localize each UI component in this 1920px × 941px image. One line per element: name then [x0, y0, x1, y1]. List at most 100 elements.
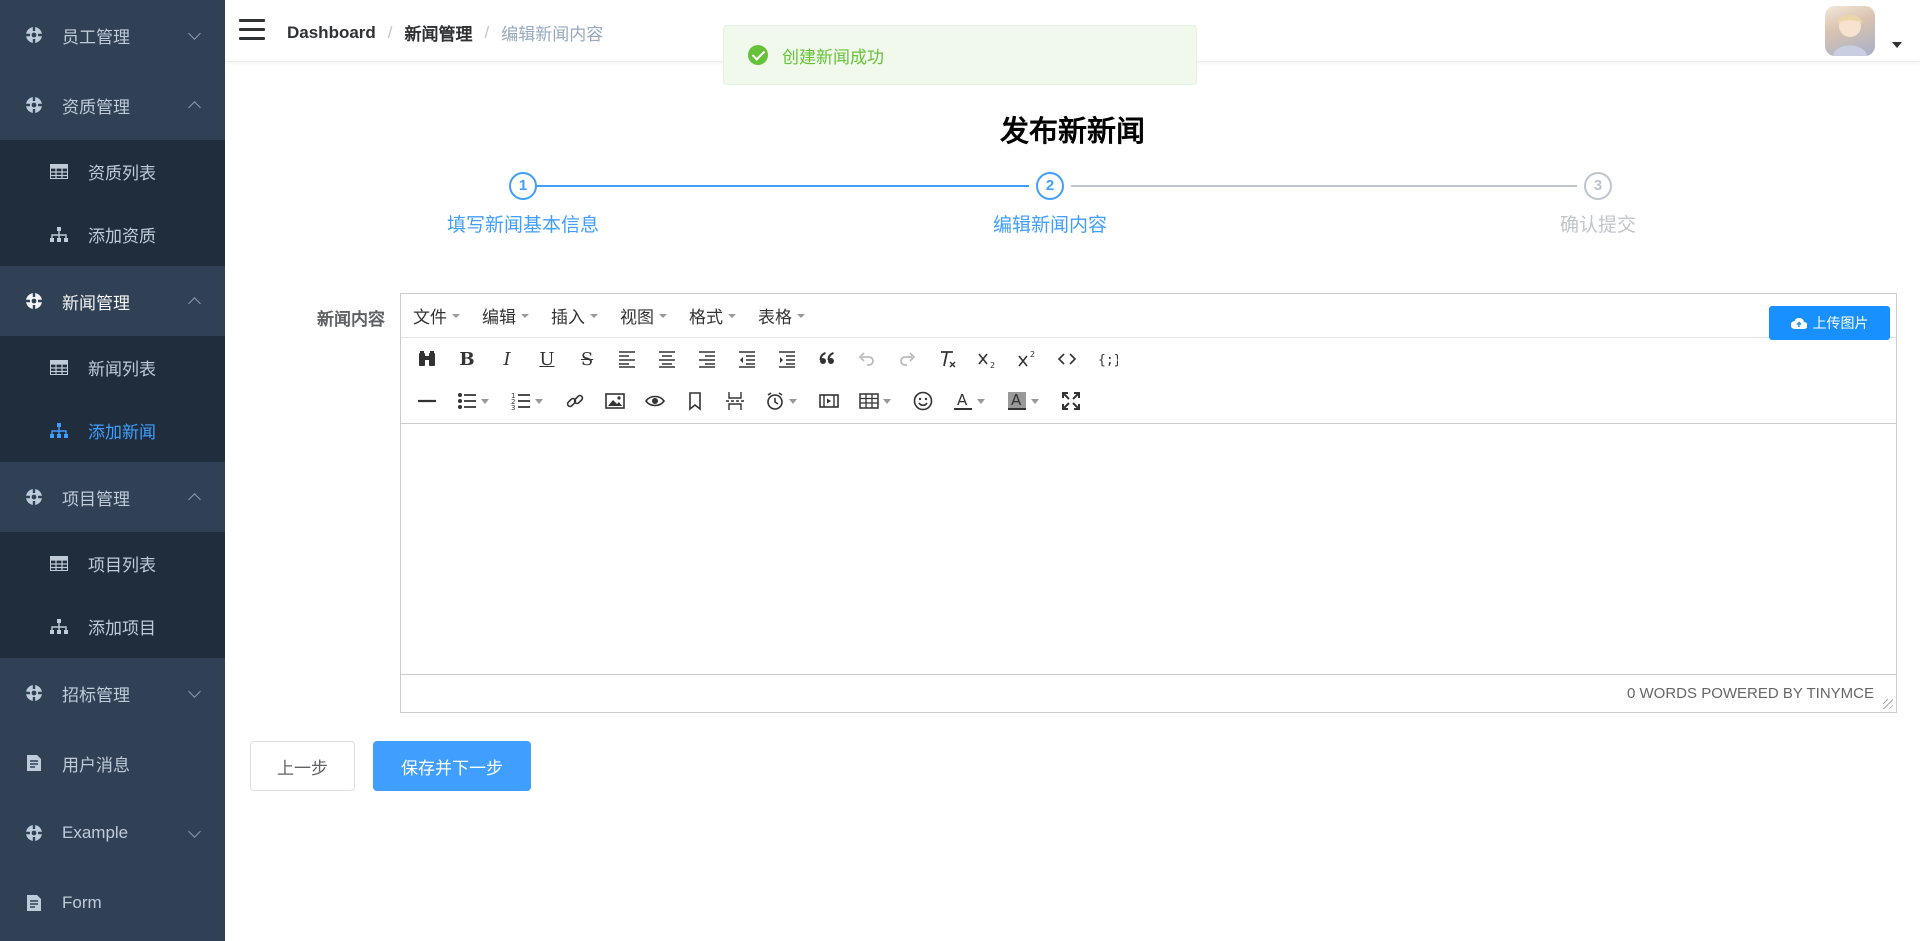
preview-eye-icon[interactable] [635, 384, 675, 418]
gear-icon [24, 291, 44, 311]
caret-down-icon[interactable] [481, 398, 489, 404]
step-number: 3 [1584, 172, 1612, 200]
document-icon [24, 753, 44, 773]
success-message-text: 创建新闻成功 [782, 47, 884, 67]
clear-format-icon[interactable] [927, 342, 967, 376]
menu-label: 招标管理 [62, 685, 130, 705]
hamburger-icon[interactable] [239, 19, 265, 41]
align-left-icon[interactable] [607, 342, 647, 376]
superscript-icon[interactable]: 2 [1007, 342, 1047, 376]
menu-label: 编辑 [482, 308, 516, 327]
resize-handle-icon[interactable] [1883, 699, 1893, 709]
sub-item-project-list[interactable]: 项目列表 [0, 532, 225, 595]
horizontal-rule-icon[interactable] [407, 384, 447, 418]
sub-item-label: 项目列表 [88, 556, 156, 575]
upload-image-button[interactable]: 上传图片 [1769, 306, 1890, 340]
code-sample-icon[interactable]: {;} [1087, 342, 1127, 376]
caret-down-icon[interactable] [789, 398, 797, 404]
gear-icon [24, 823, 44, 843]
bold-icon[interactable]: B [447, 342, 487, 376]
page-title: 发布新新闻 [999, 116, 1145, 148]
caret-down-icon[interactable] [1031, 398, 1039, 404]
sub-item-label: 新闻列表 [88, 360, 156, 379]
sub-item-add-qualification[interactable]: 添加资质 [0, 203, 225, 266]
menu-item-example[interactable]: Example [0, 798, 225, 868]
caret-down-icon[interactable] [535, 398, 543, 404]
chevron-up-icon [188, 101, 201, 114]
sub-item-label: 添加项目 [88, 619, 156, 638]
caret-down-icon[interactable] [977, 398, 985, 404]
underline-icon[interactable]: U [527, 342, 567, 376]
menu-item-bidding[interactable]: 招标管理 [0, 658, 225, 728]
table-icon [50, 163, 68, 181]
menu-label: Example [62, 823, 129, 842]
chevron-down-icon [188, 685, 201, 698]
menu-label: 视图 [620, 308, 654, 327]
align-center-icon[interactable] [647, 342, 687, 376]
check-circle-icon [748, 45, 768, 65]
avatar[interactable] [1825, 6, 1875, 56]
page-break-icon[interactable] [715, 384, 755, 418]
menu-file[interactable]: 文件 [413, 303, 460, 328]
chevron-down-icon [188, 27, 201, 40]
sub-item-add-news[interactable]: 添加新闻 [0, 399, 225, 462]
chevron-down-icon [188, 825, 201, 838]
menu-item-staff[interactable]: 员工管理 [0, 0, 225, 70]
save-and-next-button[interactable]: 保存并下一步 [373, 741, 531, 791]
chevron-up-icon [188, 493, 201, 506]
breadcrumb-current: 编辑新闻内容 [501, 25, 604, 44]
menu-edit[interactable]: 编辑 [482, 303, 529, 328]
gear-icon [24, 95, 44, 115]
menu-item-qualification[interactable]: 资质管理 [0, 70, 225, 140]
outdent-icon[interactable] [727, 342, 767, 376]
tree-icon [50, 422, 68, 440]
submenu-news: 新闻列表 添加新闻 [0, 336, 225, 462]
fullscreen-icon[interactable] [1051, 384, 1091, 418]
menu-label: 用户消息 [62, 755, 130, 775]
subscript-icon[interactable]: 2 [967, 342, 1007, 376]
menu-view[interactable]: 视图 [620, 303, 667, 328]
gear-icon [24, 683, 44, 703]
blockquote-icon[interactable] [807, 342, 847, 376]
step-number: 2 [1036, 172, 1064, 200]
breadcrumb-item[interactable]: 新闻管理 [405, 20, 473, 45]
sub-item-news-list[interactable]: 新闻列表 [0, 336, 225, 399]
emoticon-icon[interactable] [903, 384, 943, 418]
cloud-upload-icon [1790, 317, 1807, 329]
media-icon[interactable] [809, 384, 849, 418]
bookmark-icon[interactable] [675, 384, 715, 418]
menu-format[interactable]: 格式 [689, 303, 736, 328]
code-icon[interactable] [1047, 342, 1087, 376]
sub-item-add-project[interactable]: 添加项目 [0, 595, 225, 658]
menu-insert[interactable]: 插入 [551, 303, 598, 328]
sub-item-qualification-list[interactable]: 资质列表 [0, 140, 225, 203]
menu-table[interactable]: 表格 [758, 303, 805, 328]
editor-content-area[interactable] [401, 423, 1896, 674]
redo-icon[interactable] [887, 342, 927, 376]
caret-down-icon[interactable] [1892, 42, 1902, 48]
caret-down-icon [659, 313, 667, 318]
menu-label: 格式 [689, 308, 723, 327]
image-icon[interactable] [595, 384, 635, 418]
submenu-qualification: 资质列表 添加资质 [0, 140, 225, 266]
table-icon [50, 359, 68, 377]
caret-down-icon[interactable] [883, 398, 891, 404]
menu-label: 员工管理 [62, 27, 130, 47]
previous-step-button[interactable]: 上一步 [250, 741, 355, 791]
strikethrough-icon[interactable]: S [567, 342, 607, 376]
breadcrumb-item[interactable]: Dashboard [287, 23, 376, 43]
italic-icon[interactable]: I [487, 342, 527, 376]
undo-icon[interactable] [847, 342, 887, 376]
editor-toolbar: B I U S 2 2 {;} 123 [401, 338, 1896, 422]
indent-icon[interactable] [767, 342, 807, 376]
menu-item-news[interactable]: 新闻管理 [0, 266, 225, 336]
find-replace-icon[interactable] [407, 342, 447, 376]
svg-text:{;}: {;} [1098, 353, 1118, 368]
menu-item-project[interactable]: 项目管理 [0, 462, 225, 532]
table-icon [50, 555, 68, 573]
menu-item-user-messages[interactable]: 用户消息 [0, 728, 225, 798]
link-icon[interactable] [555, 384, 595, 418]
menu-item-form[interactable]: Form [0, 868, 225, 938]
editor-menubar: 文件 编辑 插入 视图 格式 表格 [401, 294, 1896, 338]
align-right-icon[interactable] [687, 342, 727, 376]
